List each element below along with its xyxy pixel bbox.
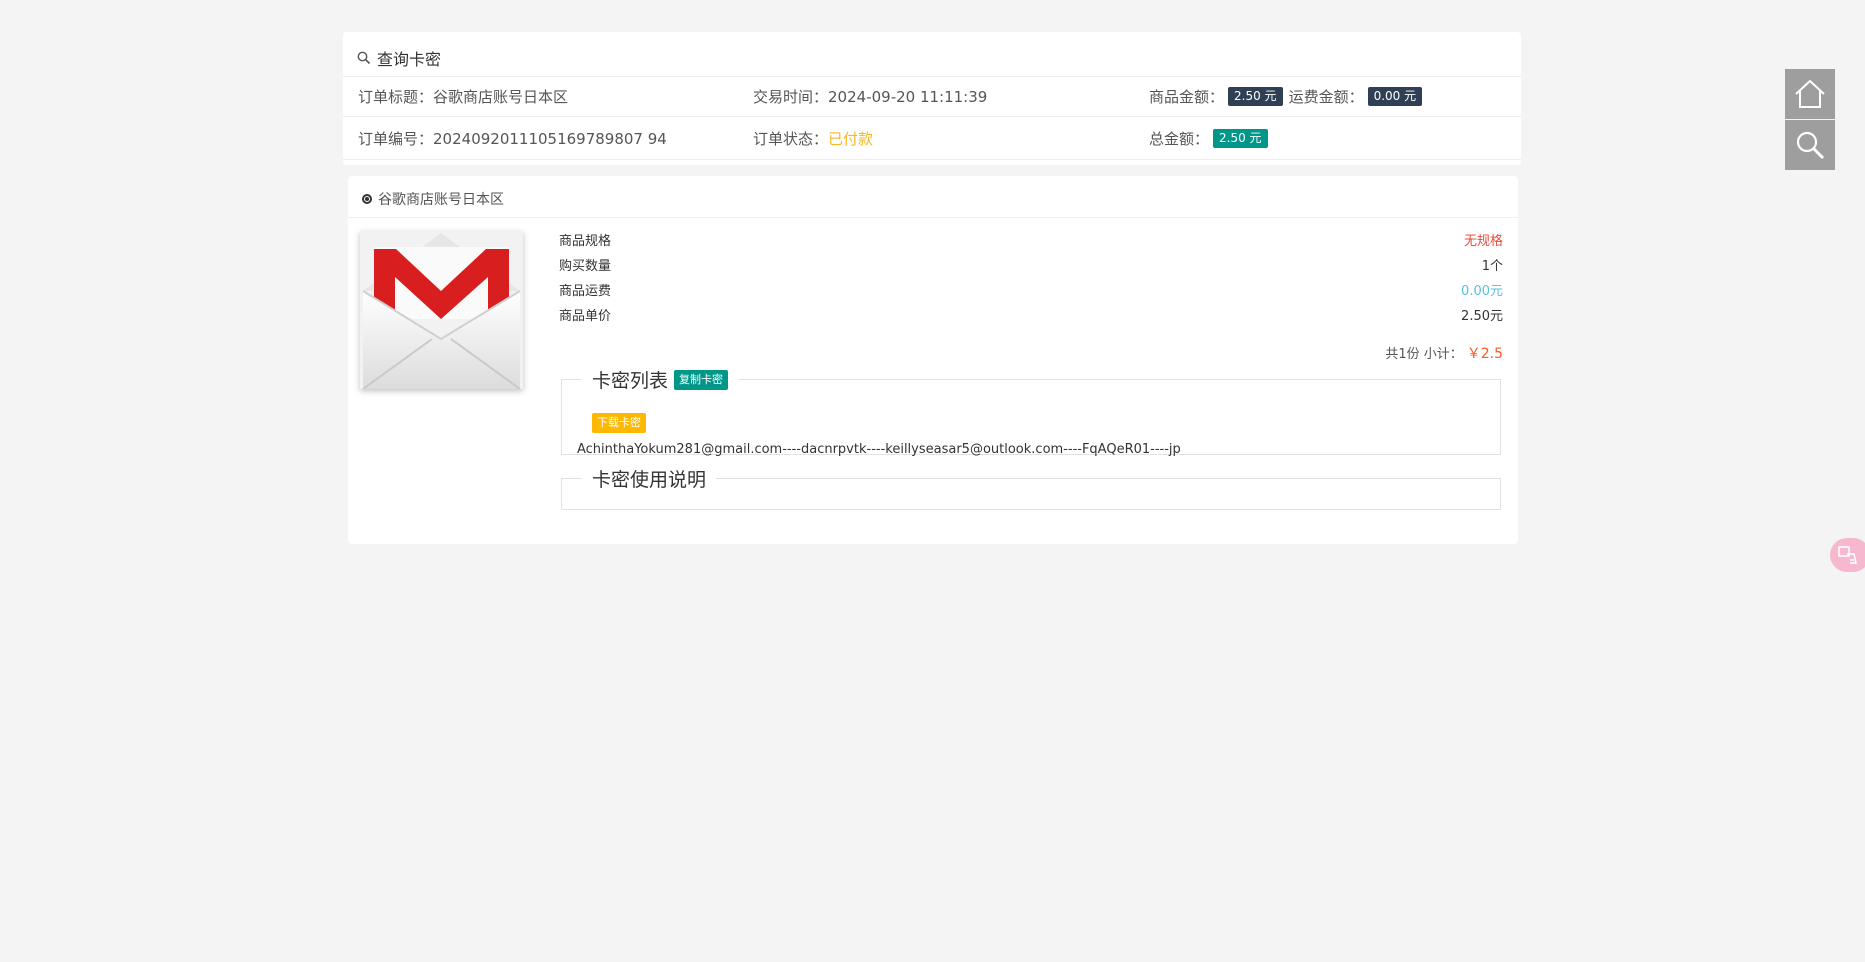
order-no-field: 订单编号： 2024092011105169789807 94: [358, 128, 667, 149]
query-title: 查询卡密: [377, 50, 442, 69]
divider: [343, 76, 1521, 77]
spec-value: 无规格: [1463, 233, 1503, 249]
total-field: 总金额： 2.50 元: [1149, 128, 1268, 149]
trade-time-label: 交易时间：: [753, 88, 829, 106]
quantity-label: 购买数量: [559, 258, 612, 274]
subtotal: 共1份 小计： ￥2.5: [1385, 343, 1503, 363]
order-no-label: 订单编号：: [358, 130, 434, 148]
translate-button[interactable]: [1830, 538, 1865, 572]
order-query-card: 查询卡密 订单标题： 谷歌商店账号日本区 交易时间： 2024-09-20 11…: [343, 32, 1521, 165]
unit-price-label: 商品单价: [559, 308, 612, 324]
shipping-amount-badge: 0.00 元: [1367, 87, 1423, 106]
card-list-box: 卡密列表 复制卡密 下载卡密 AchinthaYokum281@gmail.co…: [561, 366, 1501, 457]
usage-box: 卡密使用说明: [561, 465, 1501, 510]
card-list-title: 卡密列表: [592, 370, 669, 392]
order-no-value: 2024092011105169789807 94: [433, 129, 667, 148]
trade-time-field: 交易时间： 2024-09-20 11:11:39: [753, 86, 987, 107]
order-title-value: 谷歌商店账号日本区: [433, 88, 569, 106]
product-header: 谷歌商店账号日本区: [362, 186, 504, 212]
shipping-label: 商品运费: [559, 283, 612, 299]
order-status-label: 订单状态：: [753, 130, 829, 148]
radio-icon: [362, 194, 372, 204]
shipping-amount-label: 运费金额：: [1288, 88, 1364, 106]
total-badge: 2.50 元: [1213, 129, 1268, 148]
query-header: 查询卡密: [357, 42, 441, 74]
quantity-value: 1个: [1481, 258, 1503, 274]
card-content: AchinthaYokum281@gmail.com----dacnrpvtk-…: [577, 442, 1181, 457]
download-card-button[interactable]: 下载卡密: [592, 413, 646, 433]
unit-price-row: 商品单价 2.50元: [559, 302, 1503, 326]
subtotal-label: 共1份 小计：: [1385, 347, 1463, 362]
unit-price-value: 2.50元: [1461, 308, 1503, 324]
product-card: 谷歌商店账号日本区 商品规格 无规格 购买数量 1个 商品运费 0.00元 商品…: [348, 176, 1518, 544]
goods-amount-badge: 2.50 元: [1228, 87, 1283, 106]
spec-label: 商品规格: [559, 233, 612, 249]
spec-row: 商品规格 无规格: [559, 227, 1503, 251]
amount-field: 商品金额： 2.50 元 运费金额： 0.00 元: [1149, 86, 1423, 107]
search-icon: [1796, 131, 1825, 160]
product-name: 谷歌商店账号日本区: [378, 192, 504, 208]
order-title-label: 订单标题：: [358, 88, 434, 106]
divider: [343, 116, 1521, 117]
usage-title: 卡密使用说明: [592, 469, 707, 491]
goods-amount-label: 商品金额：: [1149, 88, 1225, 106]
divider: [348, 217, 1518, 218]
copy-card-button[interactable]: 复制卡密: [674, 369, 729, 390]
home-icon: [1795, 79, 1825, 108]
subtotal-price: ￥2.5: [1466, 346, 1503, 362]
trade-time-value: 2024-09-20 11:11:39: [828, 87, 988, 106]
gmail-envelope-icon: [360, 231, 523, 390]
order-status-value: 已付款: [828, 130, 874, 148]
shipping-value: 0.00元: [1461, 283, 1503, 299]
search-icon: [357, 51, 371, 65]
card-list-legend: 卡密列表 复制卡密: [582, 366, 738, 393]
total-label: 总金额：: [1149, 130, 1210, 148]
quantity-row: 购买数量 1个: [559, 252, 1503, 276]
divider: [343, 159, 1521, 160]
usage-legend: 卡密使用说明: [582, 465, 716, 492]
shipping-row: 商品运费 0.00元: [559, 277, 1503, 301]
search-button[interactable]: [1785, 120, 1835, 170]
home-button[interactable]: [1785, 69, 1835, 119]
order-title-field: 订单标题： 谷歌商店账号日本区: [358, 86, 568, 107]
order-status-field: 订单状态： 已付款: [753, 128, 873, 149]
translate-icon: [1838, 546, 1857, 564]
